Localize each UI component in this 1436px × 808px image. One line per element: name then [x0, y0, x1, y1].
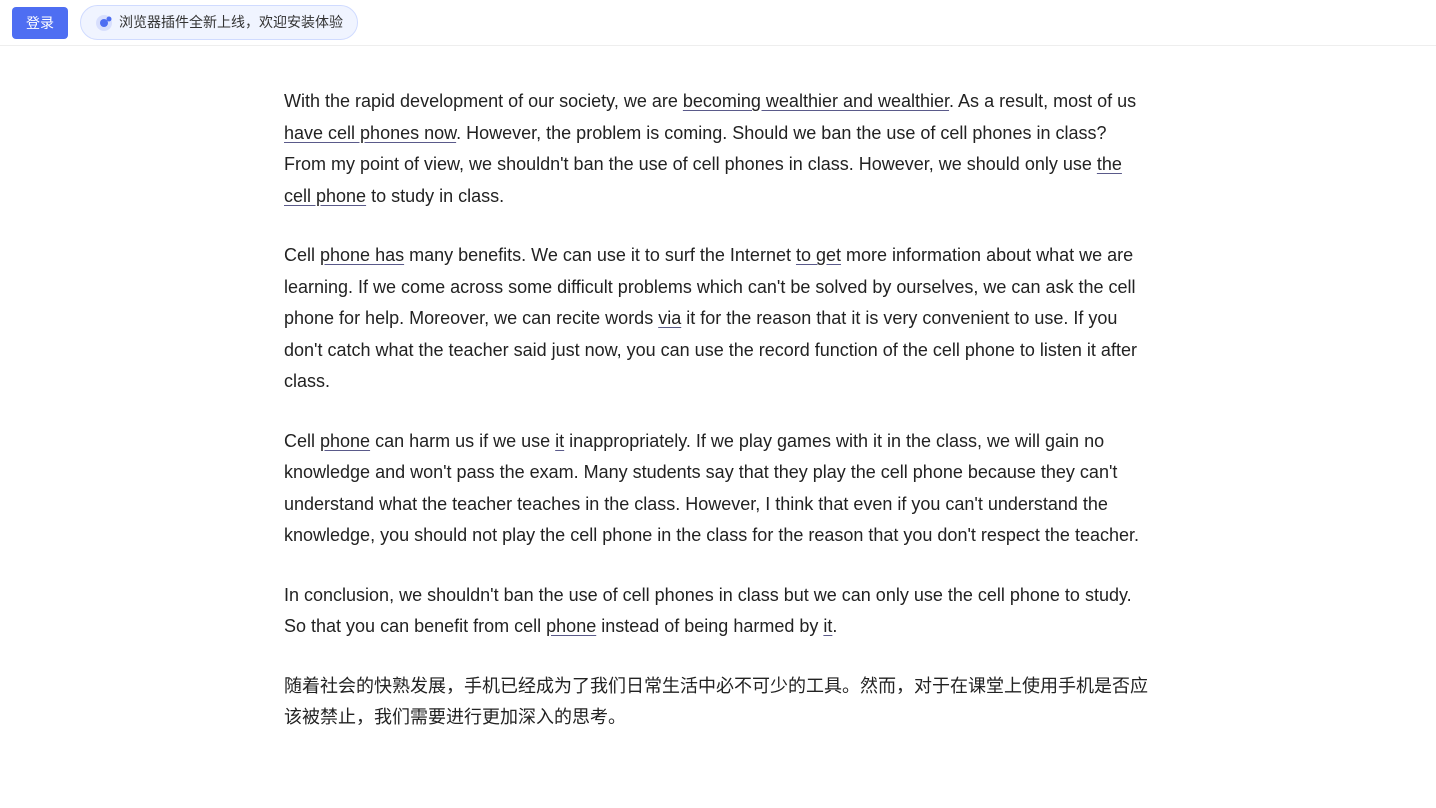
- p3-text-2: can harm us if we use: [370, 431, 555, 451]
- p5-text-1: 随着社会的快熟发展，手机已经成为了我们日常生活中必不可少的工具。然而，对于在课堂…: [284, 676, 1148, 728]
- login-button[interactable]: 登录: [12, 7, 68, 39]
- p2-link-3[interactable]: via: [658, 308, 681, 328]
- p3-text-1: Cell: [284, 431, 320, 451]
- plugin-icon: [95, 14, 113, 32]
- top-bar: 登录 浏览器插件全新上线，欢迎安装体验: [0, 0, 1436, 46]
- p1-text-2: . As a result, most of us: [949, 91, 1136, 111]
- p1-text-1: With the rapid development of our societ…: [284, 91, 683, 111]
- p2-text-2: many benefits. We can use it to surf the…: [404, 245, 796, 265]
- p1-link-2[interactable]: have cell phones now: [284, 123, 456, 143]
- p1-link-1[interactable]: becoming wealthier and wealthier: [683, 91, 949, 111]
- p3-link-1[interactable]: phone: [320, 431, 370, 451]
- p4-link-1[interactable]: phone: [546, 616, 596, 636]
- paragraph-2: Cell phone has many benefits. We can use…: [284, 240, 1152, 398]
- main-content: With the rapid development of our societ…: [0, 46, 1436, 802]
- p2-link-1[interactable]: phone has: [320, 245, 404, 265]
- p4-text-3: .: [832, 616, 837, 636]
- p3-link-2[interactable]: it: [555, 431, 564, 451]
- paragraph-4: In conclusion, we shouldn't ban the use …: [284, 580, 1152, 643]
- paragraph-3: Cell phone can harm us if we use it inap…: [284, 426, 1152, 552]
- plugin-text: 浏览器插件全新上线，欢迎安装体验: [119, 11, 343, 35]
- p4-text-2: instead of being harmed by: [596, 616, 823, 636]
- p2-text-1: Cell: [284, 245, 320, 265]
- p2-link-2[interactable]: to get: [796, 245, 841, 265]
- plugin-banner[interactable]: 浏览器插件全新上线，欢迎安装体验: [80, 5, 358, 41]
- p1-text-4: to study in class.: [366, 186, 504, 206]
- paragraph-5-chinese: 随着社会的快熟发展，手机已经成为了我们日常生活中必不可少的工具。然而，对于在课堂…: [284, 671, 1152, 734]
- paragraph-1: With the rapid development of our societ…: [284, 86, 1152, 212]
